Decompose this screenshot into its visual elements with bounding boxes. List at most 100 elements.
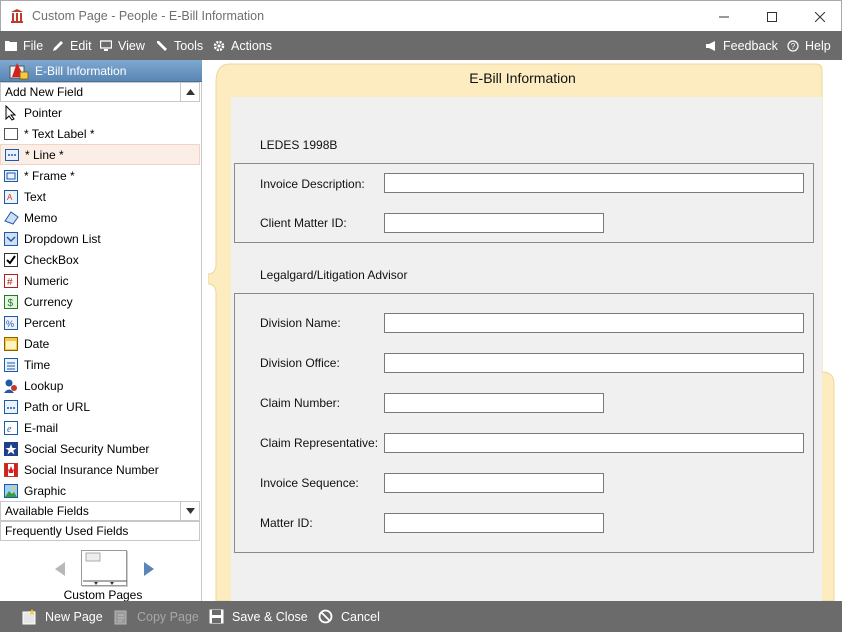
form-title: E-Bill Information bbox=[469, 70, 576, 86]
line-icon bbox=[4, 147, 20, 163]
svg-text:A: A bbox=[7, 193, 13, 202]
field-item-path[interactable]: Path or URL bbox=[0, 396, 200, 417]
field-item-percent[interactable]: % Percent bbox=[0, 312, 200, 333]
field-item-label: Percent bbox=[24, 315, 66, 330]
new-page-button[interactable]: New Page bbox=[22, 601, 103, 632]
available-fields-header[interactable]: Available Fields bbox=[0, 501, 200, 521]
cancel-icon bbox=[318, 609, 333, 624]
expand-button[interactable] bbox=[180, 502, 199, 520]
available-fields-label: Available Fields bbox=[5, 504, 89, 518]
text-label-icon bbox=[3, 126, 19, 142]
client-matter-id-input[interactable] bbox=[384, 213, 604, 233]
field-item-lookup[interactable]: Lookup bbox=[0, 375, 200, 396]
megaphone-icon bbox=[706, 40, 715, 51]
maximize-button[interactable] bbox=[749, 1, 795, 32]
menu-edit-label: Edit bbox=[70, 38, 92, 53]
date-icon bbox=[3, 336, 19, 352]
division-office-label: Division Office: bbox=[260, 356, 340, 370]
path-icon bbox=[3, 399, 19, 415]
currency-icon: $ bbox=[3, 294, 19, 310]
close-button[interactable] bbox=[797, 1, 842, 32]
help-icon: ? bbox=[787, 39, 799, 52]
field-item-time[interactable]: Time bbox=[0, 354, 200, 375]
arrow-right-icon[interactable] bbox=[142, 561, 156, 577]
menu-view[interactable]: View bbox=[100, 31, 145, 60]
field-item-numeric[interactable]: # Numeric bbox=[0, 270, 200, 291]
copy-page-button[interactable]: Copy Page bbox=[114, 601, 199, 632]
text-icon: A bbox=[3, 189, 19, 205]
time-icon bbox=[3, 357, 19, 373]
field-item-email[interactable]: e E-mail bbox=[0, 417, 200, 438]
checkbox-icon bbox=[3, 252, 19, 268]
minimize-button[interactable] bbox=[701, 1, 747, 32]
field-item-checkbox[interactable]: CheckBox bbox=[0, 249, 200, 270]
cancel-label: Cancel bbox=[341, 609, 380, 624]
svg-text:$: $ bbox=[8, 298, 14, 309]
panel-header: E-Bill Information bbox=[0, 60, 202, 82]
field-item-label: Graphic bbox=[24, 483, 67, 498]
field-item-label: E-mail bbox=[24, 420, 59, 435]
page-designer-canvas: E-Bill Information LEDES 1998B Invoice D… bbox=[202, 60, 842, 602]
claim-number-input[interactable] bbox=[384, 393, 604, 413]
custom-pages-label: Custom Pages bbox=[63, 588, 143, 602]
frequently-used-label: Frequently Used Fields bbox=[5, 524, 129, 538]
invoice-description-input[interactable] bbox=[384, 173, 804, 193]
field-item-frame[interactable]: * Frame * bbox=[0, 165, 200, 186]
field-item-date[interactable]: Date bbox=[0, 333, 200, 354]
field-item-text-label[interactable]: * Text Label * bbox=[0, 123, 200, 144]
menu-actions[interactable]: Actions bbox=[213, 31, 272, 60]
field-item-label: * Frame * bbox=[24, 168, 75, 183]
collapse-button[interactable] bbox=[180, 83, 199, 101]
cancel-button[interactable]: Cancel bbox=[318, 601, 380, 632]
field-item-label: Dropdown List bbox=[24, 231, 101, 246]
field-item-sin[interactable]: Social Insurance Number bbox=[0, 459, 200, 480]
field-item-label: Date bbox=[24, 336, 50, 351]
frequently-used-header[interactable]: Frequently Used Fields bbox=[0, 521, 200, 541]
dropdown-icon bbox=[3, 231, 19, 247]
app-logo-icon bbox=[11, 9, 23, 23]
menu-feedback[interactable]: Feedback bbox=[705, 31, 778, 60]
arrow-left-icon[interactable] bbox=[53, 561, 67, 577]
field-item-line[interactable]: * Line * bbox=[0, 144, 200, 165]
close-icon bbox=[815, 11, 825, 22]
field-item-label: Social Insurance Number bbox=[24, 462, 159, 477]
menu-file[interactable]: File bbox=[5, 31, 43, 60]
field-item-currency[interactable]: $ Currency bbox=[0, 291, 200, 312]
page-tab-icon bbox=[83, 552, 127, 585]
field-item-label: * Line * bbox=[25, 147, 64, 162]
ssn-icon bbox=[3, 441, 19, 457]
field-item-label: CheckBox bbox=[24, 252, 79, 267]
field-item-memo[interactable]: Memo bbox=[0, 207, 200, 228]
page-thumbnail[interactable] bbox=[81, 550, 127, 586]
save-close-label: Save & Close bbox=[232, 609, 308, 624]
field-item-graphic[interactable]: Graphic bbox=[0, 480, 200, 501]
pointer-icon bbox=[3, 104, 19, 121]
chevron-up-icon bbox=[185, 89, 195, 95]
matter-id-input[interactable] bbox=[384, 513, 604, 533]
copy-page-label: Copy Page bbox=[137, 609, 199, 624]
division-name-input[interactable] bbox=[384, 313, 804, 333]
menu-file-label: File bbox=[23, 38, 44, 53]
field-item-pointer[interactable]: Pointer bbox=[0, 102, 200, 123]
menu-tools[interactable]: Tools bbox=[156, 31, 203, 60]
svg-text:?: ? bbox=[791, 42, 796, 51]
menu-tools-label: Tools bbox=[174, 38, 204, 53]
menu-help[interactable]: ? Help bbox=[787, 31, 831, 60]
field-item-dropdown[interactable]: Dropdown List bbox=[0, 228, 200, 249]
add-new-field-header[interactable]: Add New Field bbox=[0, 82, 200, 102]
invoice-sequence-input[interactable] bbox=[384, 473, 604, 493]
svg-text:%: % bbox=[6, 319, 14, 329]
field-item-label: Text bbox=[24, 189, 47, 204]
field-item-label: Currency bbox=[24, 294, 73, 309]
field-item-label: Memo bbox=[24, 210, 58, 225]
invoice-description-label: Invoice Description: bbox=[260, 177, 365, 191]
field-item-ssn[interactable]: Social Security Number bbox=[0, 438, 200, 459]
field-item-text[interactable]: A Text bbox=[0, 186, 200, 207]
claim-number-label: Claim Number: bbox=[260, 396, 341, 410]
menu-feedback-label: Feedback bbox=[723, 38, 778, 53]
field-item-label: * Text Label * bbox=[24, 126, 95, 141]
claim-representative-input[interactable] bbox=[384, 433, 804, 453]
menu-edit[interactable]: Edit bbox=[52, 31, 92, 60]
save-close-button[interactable]: Save & Close bbox=[209, 601, 308, 632]
division-office-input[interactable] bbox=[384, 353, 804, 373]
